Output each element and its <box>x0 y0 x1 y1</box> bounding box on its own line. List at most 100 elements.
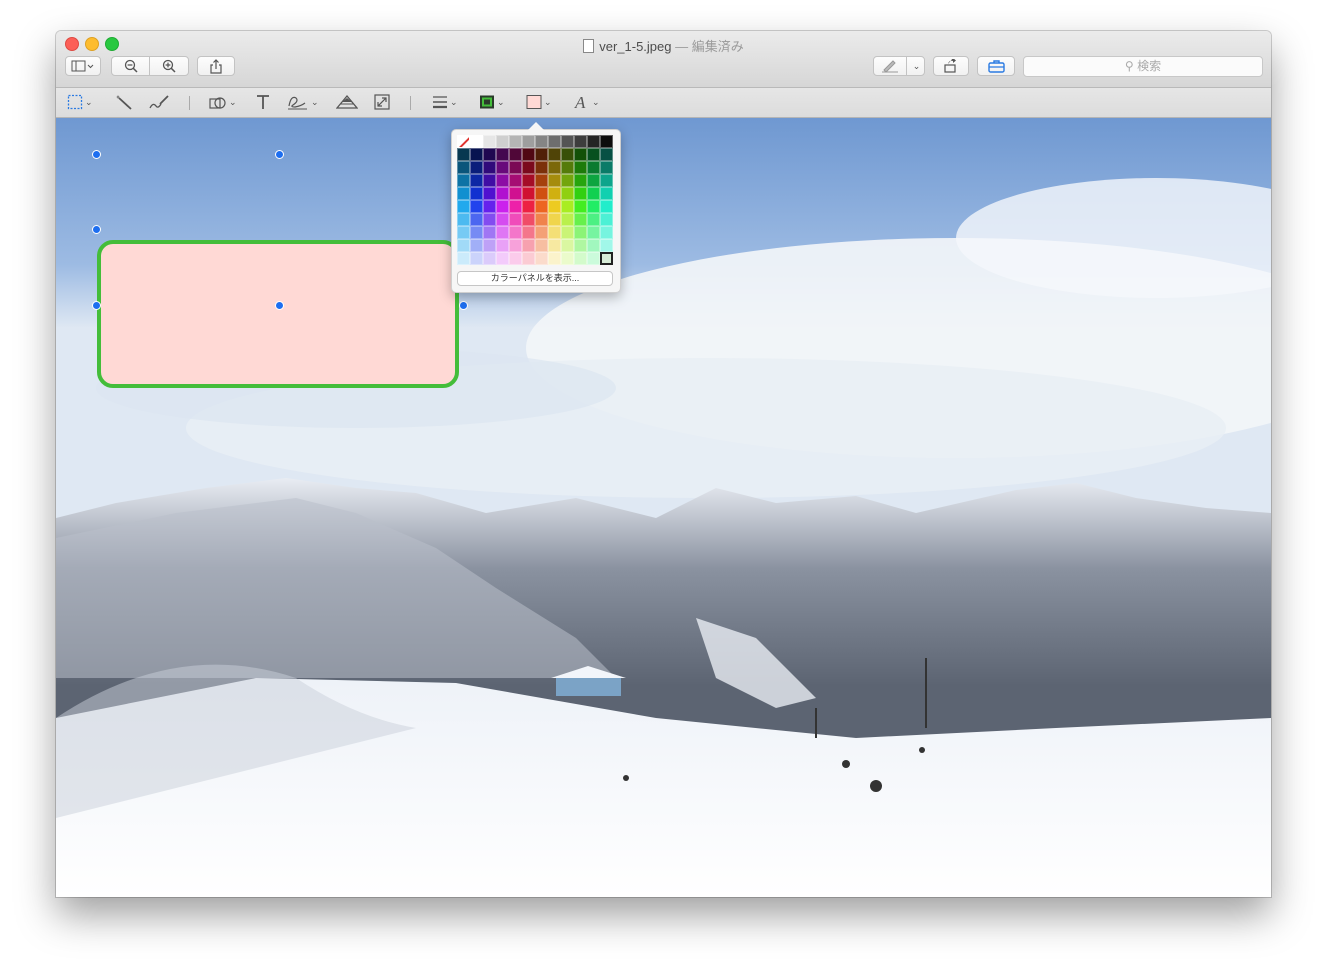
color-swatch[interactable] <box>600 226 613 239</box>
resize-handle[interactable] <box>275 301 284 310</box>
color-swatch[interactable] <box>509 161 522 174</box>
color-swatch[interactable] <box>496 161 509 174</box>
color-swatch[interactable] <box>496 252 509 265</box>
color-swatch[interactable] <box>587 148 600 161</box>
color-swatch[interactable] <box>561 252 574 265</box>
color-swatch[interactable] <box>483 213 496 226</box>
color-swatch[interactable] <box>535 252 548 265</box>
sidebar-toggle-button[interactable] <box>65 56 101 76</box>
color-swatch[interactable] <box>496 135 509 148</box>
color-swatch[interactable] <box>496 187 509 200</box>
color-swatch[interactable] <box>548 135 561 148</box>
color-swatch[interactable] <box>483 252 496 265</box>
resize-handle[interactable] <box>459 301 468 310</box>
border-color-tool[interactable]: ⌄ <box>479 93 505 111</box>
color-swatch[interactable] <box>600 187 613 200</box>
color-swatch[interactable] <box>483 148 496 161</box>
color-swatch[interactable] <box>509 252 522 265</box>
color-swatch[interactable] <box>600 135 613 148</box>
color-swatch[interactable] <box>483 174 496 187</box>
color-swatch[interactable] <box>496 174 509 187</box>
color-swatch[interactable] <box>470 226 483 239</box>
color-swatch[interactable] <box>548 200 561 213</box>
color-swatch[interactable] <box>470 252 483 265</box>
show-color-panel-button[interactable]: カラーパネルを表示... <box>457 271 613 286</box>
color-swatch[interactable] <box>600 200 613 213</box>
color-swatch[interactable] <box>600 148 613 161</box>
color-swatch[interactable] <box>496 200 509 213</box>
color-swatch[interactable] <box>457 161 470 174</box>
color-swatch[interactable] <box>509 148 522 161</box>
color-swatch[interactable] <box>574 252 587 265</box>
fill-color-tool[interactable]: ⌄ <box>526 93 552 111</box>
color-swatch[interactable] <box>483 135 496 148</box>
color-swatch[interactable] <box>587 187 600 200</box>
resize-handle[interactable] <box>92 150 101 159</box>
color-swatch[interactable] <box>548 239 561 252</box>
color-swatch[interactable] <box>470 161 483 174</box>
color-swatch[interactable] <box>535 135 548 148</box>
color-swatch[interactable] <box>470 148 483 161</box>
color-swatch[interactable] <box>522 200 535 213</box>
color-swatch[interactable] <box>561 226 574 239</box>
instant-alpha-tool[interactable] <box>115 93 133 111</box>
color-swatch[interactable] <box>457 226 470 239</box>
resize-handle[interactable] <box>275 150 284 159</box>
rounded-rectangle-shape[interactable] <box>97 240 459 388</box>
color-swatch[interactable] <box>509 213 522 226</box>
color-swatch[interactable] <box>509 187 522 200</box>
share-button[interactable] <box>197 56 235 76</box>
color-swatch[interactable] <box>483 239 496 252</box>
color-swatch[interactable] <box>535 161 548 174</box>
color-swatch[interactable] <box>587 239 600 252</box>
color-swatch[interactable] <box>561 161 574 174</box>
image-canvas[interactable] <box>56 118 1271 897</box>
color-swatch[interactable] <box>600 161 613 174</box>
color-swatch[interactable] <box>509 200 522 213</box>
sign-tool[interactable]: ⌄ <box>287 93 319 111</box>
selection-tool[interactable]: ⌄ <box>67 93 93 111</box>
color-swatch[interactable] <box>522 213 535 226</box>
color-swatch[interactable] <box>561 148 574 161</box>
color-swatch[interactable] <box>535 213 548 226</box>
color-swatch[interactable] <box>457 213 470 226</box>
shape-style-tool[interactable]: ⌄ <box>432 93 458 111</box>
text-tool[interactable] <box>256 93 270 111</box>
color-swatch[interactable] <box>457 148 470 161</box>
color-swatch[interactable] <box>574 135 587 148</box>
color-swatch[interactable] <box>496 226 509 239</box>
resize-handle[interactable] <box>92 301 101 310</box>
resize-handle[interactable] <box>92 225 101 234</box>
color-swatch[interactable] <box>535 148 548 161</box>
color-swatch[interactable] <box>522 239 535 252</box>
color-swatch[interactable] <box>548 161 561 174</box>
color-swatch[interactable] <box>522 252 535 265</box>
color-swatch[interactable] <box>574 148 587 161</box>
toolbox-button[interactable] <box>977 56 1015 76</box>
color-swatch[interactable] <box>574 213 587 226</box>
color-swatch[interactable] <box>574 161 587 174</box>
markup-pen-button[interactable] <box>873 56 907 76</box>
color-swatch[interactable] <box>548 148 561 161</box>
color-swatch[interactable] <box>561 200 574 213</box>
color-swatch[interactable] <box>509 135 522 148</box>
rotate-button[interactable] <box>933 56 969 76</box>
color-swatch[interactable] <box>548 187 561 200</box>
color-swatch[interactable] <box>457 187 470 200</box>
color-swatch[interactable] <box>574 200 587 213</box>
zoom-in-button[interactable] <box>149 56 189 76</box>
color-swatch[interactable] <box>561 174 574 187</box>
markup-menu-button[interactable]: ⌄ <box>906 56 925 76</box>
color-swatch[interactable] <box>470 213 483 226</box>
adjust-color-tool[interactable] <box>336 93 358 111</box>
color-swatch[interactable] <box>561 135 574 148</box>
color-swatch[interactable] <box>561 239 574 252</box>
color-swatch[interactable] <box>535 174 548 187</box>
color-swatch[interactable] <box>522 148 535 161</box>
shapes-tool[interactable]: ⌄ <box>209 93 237 111</box>
color-swatch[interactable] <box>522 135 535 148</box>
color-swatch[interactable] <box>470 187 483 200</box>
color-swatch[interactable] <box>483 226 496 239</box>
zoom-out-button[interactable] <box>111 56 150 76</box>
color-swatch[interactable] <box>470 135 483 148</box>
